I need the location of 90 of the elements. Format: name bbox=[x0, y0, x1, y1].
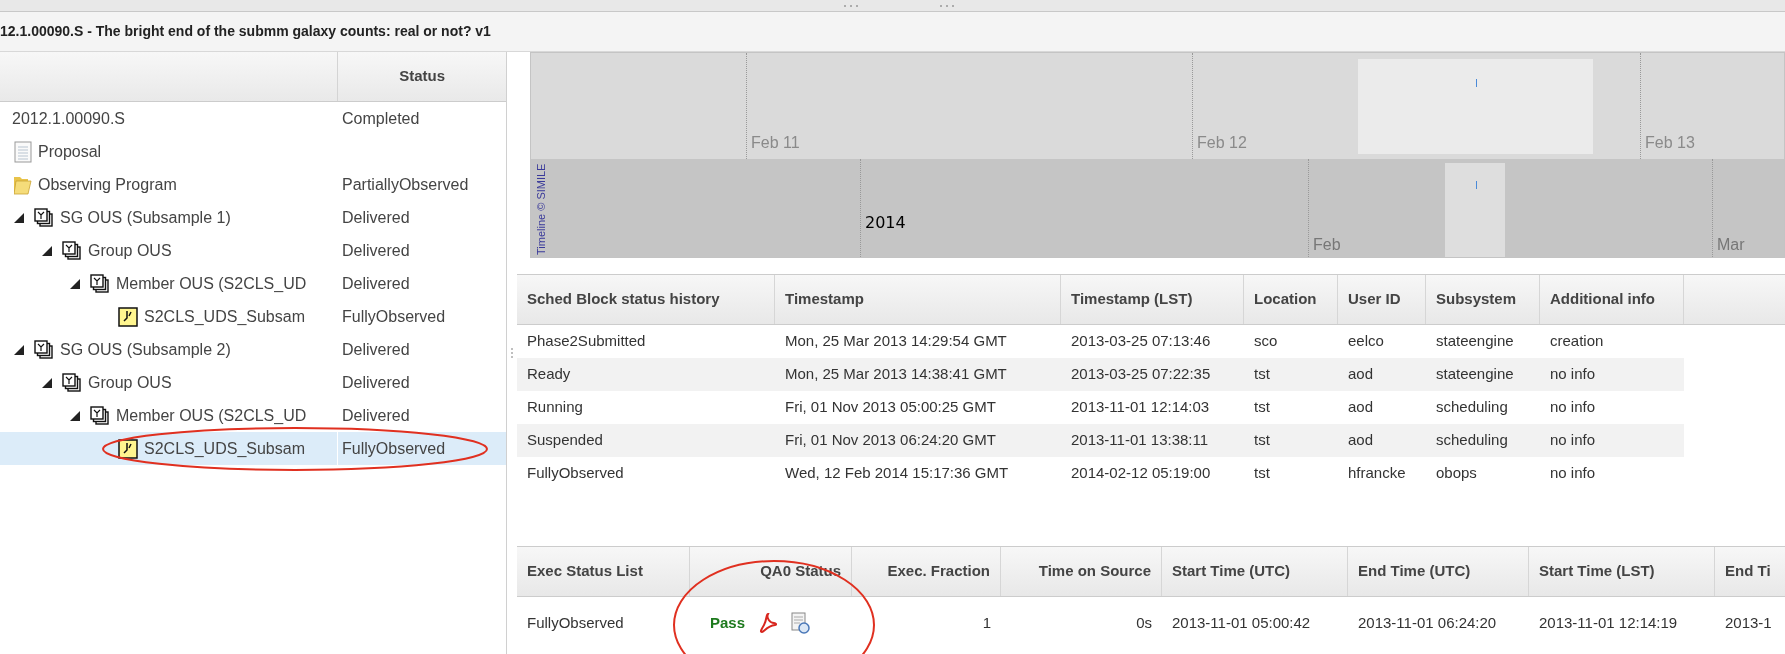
event-tick bbox=[1476, 79, 1477, 87]
clock-block-icon bbox=[118, 438, 138, 459]
stacked-pages-icon bbox=[90, 405, 110, 426]
table-cell: aod bbox=[1338, 424, 1426, 457]
status-text: Delivered bbox=[342, 274, 410, 292]
tree-item-label[interactable]: 2012.1.00090.S bbox=[12, 106, 125, 131]
expanded-triangle-icon[interactable] bbox=[14, 212, 24, 223]
tree-item-label[interactable]: SG OUS (Subsample 1) bbox=[60, 205, 231, 230]
date-label: Feb 13 bbox=[1644, 133, 1695, 153]
column-header[interactable]: Sched Block status history bbox=[517, 275, 775, 324]
grip-icon[interactable] bbox=[939, 3, 955, 8]
document-icon bbox=[14, 140, 32, 163]
report-icon[interactable] bbox=[791, 612, 812, 634]
tree-item-label[interactable]: S2CLS_UDS_Subsam bbox=[144, 436, 305, 461]
table-cell-text: 2013-11-01 05:00:42 bbox=[1172, 612, 1311, 633]
date-label: Feb 12 bbox=[1196, 133, 1247, 153]
tree-item-label[interactable]: Member OUS (S2CLS_UD bbox=[116, 271, 307, 296]
table-cell: 2013-03-25 07:22:35 bbox=[1061, 358, 1244, 391]
expanded-triangle-icon[interactable] bbox=[70, 278, 80, 289]
table-cell-text: 2013-11-01 12:14:19 bbox=[1539, 612, 1678, 633]
timeline[interactable]: Feb 11 Feb 12 Feb 13 2014 Feb Mar Timeline © SIMILE bbox=[530, 52, 1785, 258]
tree-item-label[interactable]: Member OUS (S2CLS_UD bbox=[116, 403, 307, 428]
expanded-triangle-icon[interactable] bbox=[70, 410, 80, 421]
pdf-icon[interactable] bbox=[759, 613, 778, 633]
column-header[interactable]: Location bbox=[1244, 275, 1338, 324]
stacked-pages-icon bbox=[34, 207, 54, 228]
table-cell-text: 1 bbox=[982, 612, 991, 633]
table-cell-text: 2013-1 bbox=[1725, 612, 1772, 633]
status-text: Delivered bbox=[342, 241, 410, 259]
table-cell: no info bbox=[1540, 424, 1684, 457]
table-cell: Suspended bbox=[517, 424, 775, 457]
year-label: 2014 bbox=[864, 212, 906, 234]
table-cell: tst bbox=[1244, 358, 1338, 391]
column-header[interactable]: Time on Source bbox=[1001, 547, 1162, 596]
tree-item-label[interactable]: Observing Program bbox=[38, 172, 177, 197]
table-cell: Fri, 01 Nov 2013 06:24:20 GMT bbox=[775, 424, 1061, 457]
panel-title: 12.1.00090.S - The bright end of the submm galaxy counts: real or not? v1 bbox=[0, 22, 491, 41]
status-text: Delivered bbox=[342, 340, 410, 358]
stacked-pages-icon bbox=[62, 240, 82, 261]
date-label: Feb 11 bbox=[750, 133, 800, 153]
status-text: Delivered bbox=[342, 373, 410, 391]
table-cell-text: 0s bbox=[1136, 612, 1152, 633]
qa0-result: Pass bbox=[710, 612, 746, 633]
table-cell: Ready bbox=[517, 358, 775, 391]
column-header[interactable]: End Time (UTC) bbox=[1348, 547, 1529, 596]
table-cell-text: FullyObserved bbox=[527, 612, 624, 633]
selected-row[interactable]: S2CLS_UDS_Subsam FullyObserved bbox=[0, 432, 507, 465]
tree-item-label[interactable]: Proposal bbox=[38, 139, 102, 164]
column-header[interactable]: End Ti bbox=[1715, 547, 1785, 596]
grip-icon[interactable] bbox=[843, 3, 859, 8]
column-header[interactable]: User ID bbox=[1338, 275, 1426, 324]
status-text: Completed bbox=[342, 109, 420, 127]
tree-item-label[interactable]: SG OUS (Subsample 2) bbox=[60, 337, 231, 362]
tree-item-label[interactable]: Group OUS bbox=[88, 238, 172, 263]
event-tick bbox=[1476, 181, 1477, 189]
stacked-pages-icon bbox=[90, 273, 110, 294]
column-header[interactable]: Additional info bbox=[1540, 275, 1684, 324]
column-header[interactable]: Status bbox=[399, 65, 445, 88]
expanded-triangle-icon[interactable] bbox=[14, 344, 24, 355]
stacked-pages-icon bbox=[62, 372, 82, 393]
clock-block-icon bbox=[118, 306, 138, 327]
status-text: Delivered bbox=[342, 406, 410, 424]
table-cell-text: 2013-11-01 06:24:20 bbox=[1358, 612, 1497, 633]
table-cell: no info bbox=[1540, 358, 1684, 391]
column-header[interactable]: Start Time (LST) bbox=[1529, 547, 1715, 596]
status-text: PartiallyObserved bbox=[342, 175, 469, 193]
tree-item-label[interactable]: Group OUS bbox=[88, 370, 172, 395]
expanded-triangle-icon[interactable] bbox=[42, 245, 52, 256]
tree-item-label[interactable]: S2CLS_UDS_Subsam bbox=[144, 304, 305, 329]
column-header[interactable]: Exec Status List bbox=[517, 547, 690, 596]
column-header[interactable]: Timestamp bbox=[775, 275, 1061, 324]
table-cell: scheduling bbox=[1426, 424, 1540, 457]
column-header[interactable]: Subsystem bbox=[1426, 275, 1540, 324]
timeline-credit[interactable]: Timeline © SIMILE bbox=[534, 125, 548, 255]
table-cell: tst bbox=[1244, 424, 1338, 457]
table-cell: 2013-11-01 13:38:11 bbox=[1061, 424, 1244, 457]
table-cell: stateengine bbox=[1426, 358, 1540, 391]
status-text: FullyObserved bbox=[342, 439, 446, 457]
status-text: FullyObserved bbox=[342, 307, 446, 325]
table-cell: Mon, 25 Mar 2013 14:38:41 GMT bbox=[775, 358, 1061, 391]
expanded-triangle-icon[interactable] bbox=[42, 377, 52, 388]
column-header[interactable]: Start Time (UTC) bbox=[1162, 547, 1348, 596]
stacked-pages-icon bbox=[34, 339, 54, 360]
month-label: Feb bbox=[1312, 235, 1341, 255]
status-text: Delivered bbox=[342, 208, 410, 226]
column-header[interactable]: Timestamp (LST) bbox=[1061, 275, 1244, 324]
month-label: Mar bbox=[1716, 235, 1745, 255]
table-cell: aod bbox=[1338, 358, 1426, 391]
column-header[interactable]: Exec. Fraction bbox=[852, 547, 1001, 596]
splitter-handle[interactable] bbox=[510, 347, 515, 359]
